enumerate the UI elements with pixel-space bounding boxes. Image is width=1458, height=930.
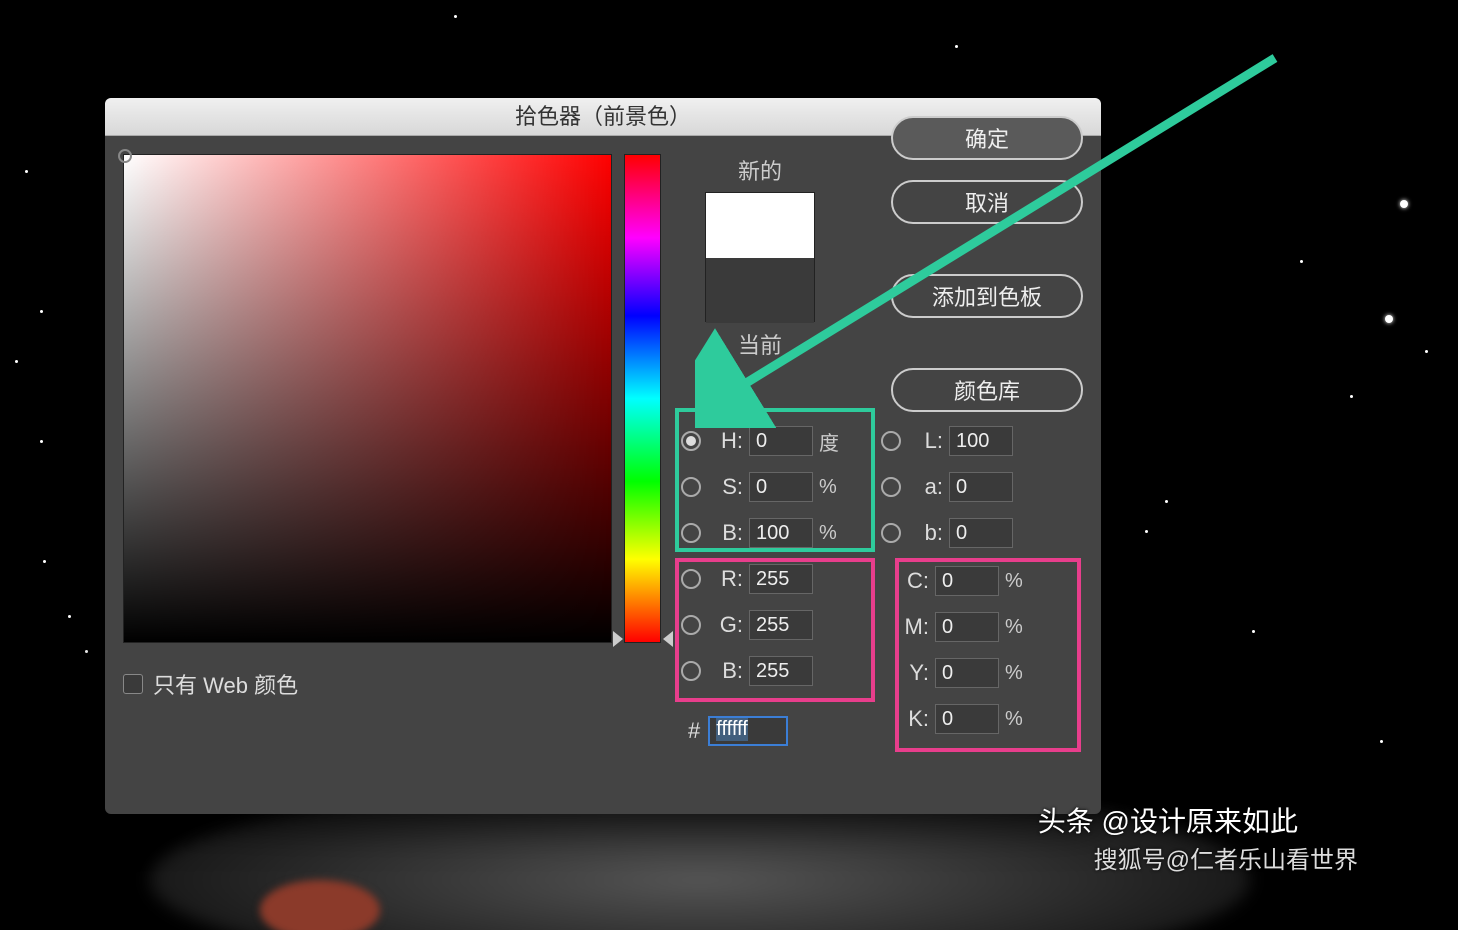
new-color-label: 新的 xyxy=(690,154,830,186)
brightness-unit: % xyxy=(819,522,843,545)
lightness-label: L: xyxy=(909,428,943,454)
new-color-swatch xyxy=(706,193,814,258)
hue-handle-right[interactable] xyxy=(663,631,673,647)
blue-radio[interactable] xyxy=(681,661,701,681)
black-label: K: xyxy=(895,706,929,732)
black-unit: % xyxy=(1005,708,1029,731)
red-label: R: xyxy=(709,566,743,592)
hue-input[interactable] xyxy=(749,426,813,456)
lab-a-input[interactable] xyxy=(949,472,1013,502)
blue-input[interactable] xyxy=(749,656,813,686)
yellow-unit: % xyxy=(1005,662,1029,685)
green-label: G: xyxy=(709,612,743,638)
watermark-toutiao: 头条 @设计原来如此 xyxy=(1038,800,1298,840)
yellow-label: Y: xyxy=(895,660,929,686)
lightness-input[interactable] xyxy=(949,426,1013,456)
brightness-label: B: xyxy=(709,520,743,546)
lab-b-input[interactable] xyxy=(949,518,1013,548)
color-field-cursor[interactable] xyxy=(118,149,132,163)
cyan-label: C: xyxy=(895,568,929,594)
saturation-label: S: xyxy=(709,474,743,500)
green-radio[interactable] xyxy=(681,615,701,635)
cyan-input[interactable] xyxy=(935,566,999,596)
cancel-button[interactable]: 取消 xyxy=(891,180,1083,224)
lightness-radio[interactable] xyxy=(881,431,901,451)
magenta-unit: % xyxy=(1005,616,1029,639)
lab-a-label: a: xyxy=(909,474,943,500)
lab-b-label: b: xyxy=(909,520,943,546)
green-input[interactable] xyxy=(749,610,813,640)
current-color-label: 当前 xyxy=(690,328,830,360)
red-input[interactable] xyxy=(749,564,813,594)
brightness-input[interactable] xyxy=(749,518,813,548)
saturation-radio[interactable] xyxy=(681,477,701,497)
hex-input[interactable]: ffffff xyxy=(708,716,788,746)
hue-unit: 度 xyxy=(819,427,843,456)
cyan-unit: % xyxy=(1005,570,1029,593)
current-color-swatch[interactable] xyxy=(706,258,814,323)
yellow-input[interactable] xyxy=(935,658,999,688)
hue-handle-left[interactable] xyxy=(613,631,623,647)
hue-label: H: xyxy=(709,428,743,454)
ok-button[interactable]: 确定 xyxy=(891,116,1083,160)
saturation-unit: % xyxy=(819,476,843,499)
magenta-label: M: xyxy=(895,614,929,640)
color-libraries-button[interactable]: 颜色库 xyxy=(891,368,1083,412)
magenta-input[interactable] xyxy=(935,612,999,642)
hue-radio[interactable] xyxy=(681,431,701,451)
hex-label: # xyxy=(688,718,700,744)
add-to-swatches-button[interactable]: 添加到色板 xyxy=(891,274,1083,318)
color-picker-dialog: 拾色器（前景色） 新的 当前 确定 取消 添加到色板 颜色库 只有 Web 颜色 xyxy=(105,98,1101,814)
web-only-checkbox[interactable] xyxy=(123,674,143,694)
color-field[interactable] xyxy=(123,154,612,643)
red-radio[interactable] xyxy=(681,569,701,589)
black-input[interactable] xyxy=(935,704,999,734)
brightness-radio[interactable] xyxy=(681,523,701,543)
lab-b-radio[interactable] xyxy=(881,523,901,543)
saturation-input[interactable] xyxy=(749,472,813,502)
lab-a-radio[interactable] xyxy=(881,477,901,497)
blue-label: B: xyxy=(709,658,743,684)
hue-slider[interactable] xyxy=(624,154,661,643)
web-only-label: 只有 Web 颜色 xyxy=(153,668,298,700)
watermark-sohu: 搜狐号@仁者乐山看世界 xyxy=(1094,840,1358,875)
